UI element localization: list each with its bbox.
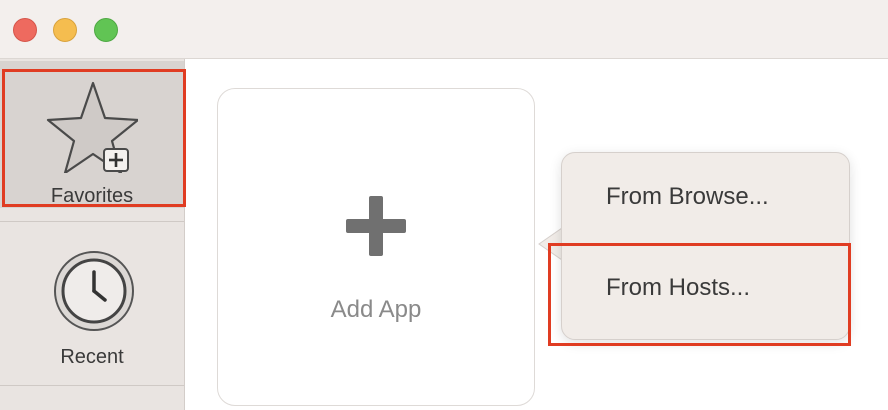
clock-icon: [54, 251, 134, 331]
plus-icon: [346, 196, 406, 256]
minimize-window-button[interactable]: [53, 18, 77, 42]
sidebar-item-label: Recent: [60, 346, 124, 368]
maximize-window-button[interactable]: [94, 18, 118, 42]
popover-arrow: [538, 228, 562, 260]
menu-item-from-browse[interactable]: From Browse...: [606, 183, 769, 211]
close-window-button[interactable]: [13, 18, 37, 42]
star-plus-icon: [46, 81, 138, 173]
sidebar-item-label: Favorites: [50, 185, 134, 207]
sidebar: Favorites Recent: [0, 59, 185, 410]
sidebar-item-favorites[interactable]: Favorites: [0, 61, 184, 208]
add-app-card[interactable]: Add App: [217, 88, 535, 406]
sidebar-item-recent[interactable]: Recent: [0, 221, 184, 386]
window-titlebar: [0, 0, 888, 59]
add-app-popover-menu: From Browse... From Hosts...: [561, 152, 850, 340]
add-app-label: Add App: [330, 296, 422, 323]
menu-item-from-hosts[interactable]: From Hosts...: [606, 274, 750, 302]
